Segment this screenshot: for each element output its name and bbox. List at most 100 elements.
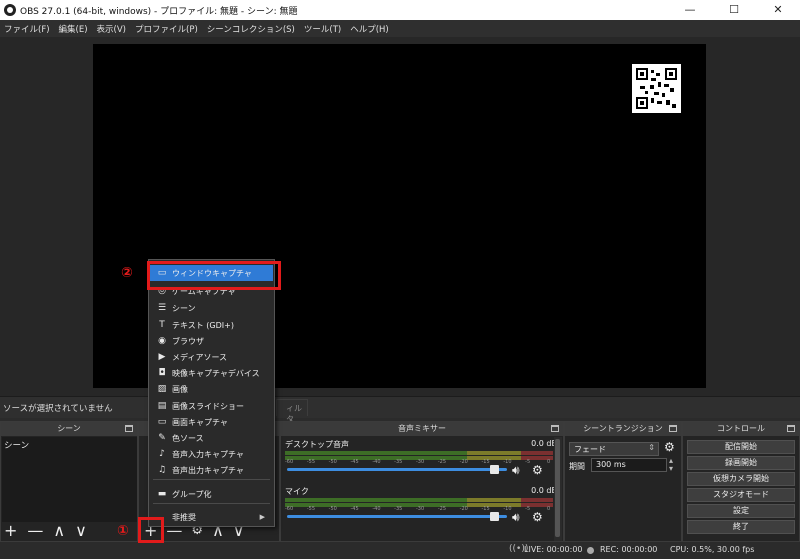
- controls-dock-title: コントロール: [717, 424, 765, 433]
- menu-item[interactable]: ◘ 映像キャプチャデバイス: [150, 365, 273, 381]
- gear-icon[interactable]: ⚙: [664, 440, 675, 454]
- duration-label: 期間: [569, 462, 585, 471]
- close-button[interactable]: ✕: [756, 0, 800, 20]
- track-name: マイク: [285, 487, 309, 496]
- menu-item[interactable]: ▨ 画像: [150, 381, 273, 397]
- text-icon: T: [159, 320, 165, 330]
- menu-item[interactable]: ▭ 画面キャプチャ: [150, 414, 273, 430]
- remove-scene-button[interactable]: —: [27, 523, 43, 539]
- float-dock-icon[interactable]: [787, 425, 795, 432]
- status-bar: ((•)) LIVE: 00:00:00 REC: 00:00:00 CPU: …: [0, 543, 800, 559]
- scale-tick-label: -30: [416, 506, 425, 512]
- image-icon: ▨: [157, 384, 167, 394]
- menu-file[interactable]: ファイル(F): [4, 23, 50, 35]
- float-dock-icon[interactable]: [125, 425, 133, 432]
- menu-item[interactable]: ☰ シーン: [150, 300, 273, 316]
- studio-mode-button[interactable]: スタジオモード: [687, 488, 795, 502]
- menu-scene-collection[interactable]: シーンコレクション(S): [207, 23, 295, 35]
- volume-slider[interactable]: [287, 468, 507, 471]
- menu-item[interactable]: ♪ 音声入力キャプチャ: [150, 446, 273, 462]
- scale-tick-label: -15: [481, 459, 490, 465]
- scale-tick-label: 0: [547, 506, 551, 512]
- scene-move-up-button[interactable]: ∧: [53, 523, 65, 539]
- scale-tick-label: -55: [306, 506, 315, 512]
- slideshow-icon: ▤: [157, 401, 167, 411]
- menu-help[interactable]: ヘルプ(H): [350, 23, 389, 35]
- duration-input[interactable]: 300 ms: [591, 458, 667, 472]
- menu-item-label: 音声入力キャプチャ: [172, 449, 244, 459]
- volume-slider-handle[interactable]: [490, 465, 499, 474]
- controls-dock: コントロール 配信開始 録画開始 仮想カメラ開始 スタジオモード 設定 終了: [682, 421, 800, 542]
- volume-slider[interactable]: [287, 515, 507, 518]
- menu-item[interactable]: ▬ グループ化: [150, 486, 273, 502]
- menu-item[interactable]: ✎ 色ソース: [150, 430, 273, 446]
- menu-item[interactable]: 非推奨 ▶: [150, 509, 273, 525]
- menu-item-label: 画像スライドショー: [172, 401, 244, 411]
- menu-item-label: グループ化: [172, 489, 212, 499]
- add-scene-button[interactable]: +: [4, 523, 17, 539]
- no-source-selected-label: ソースが選択されていません: [3, 404, 113, 414]
- menu-tools[interactable]: ツール(T): [304, 23, 341, 35]
- scale-tick-label: -20: [459, 459, 468, 465]
- updown-chevron-icon: ⇕: [648, 443, 655, 452]
- scale-tick-label: -5: [525, 459, 531, 465]
- volume-slider-handle[interactable]: [490, 512, 499, 521]
- rec-time: REC: 00:00:00: [600, 545, 658, 554]
- menu-item-label: 映像キャプチャデバイス: [172, 368, 260, 378]
- scale-tick-label: -50: [328, 506, 337, 512]
- speaker-icon[interactable]: 🔊︎: [512, 463, 520, 478]
- scene-transition-dock: シーントランジション フェード ⇕ ⚙ 期間 300 ms ▴ ▾: [564, 421, 682, 542]
- folder-icon: ▬: [157, 489, 167, 499]
- scene-move-down-button[interactable]: ∨: [75, 523, 87, 539]
- annotation-marker-2: ②: [121, 265, 133, 281]
- start-streaming-button[interactable]: 配信開始: [687, 440, 795, 454]
- obs-logo-icon: [4, 4, 16, 16]
- gear-icon[interactable]: ⚙: [532, 510, 543, 524]
- filter-tab[interactable]: ィルタ: [276, 399, 308, 424]
- controls-dock-header: コントロール: [683, 422, 799, 436]
- menu-item[interactable]: ▶ メディアソース: [150, 349, 273, 365]
- monitor-icon: ▭: [157, 417, 167, 427]
- volume-meter: [285, 498, 553, 502]
- transition-select[interactable]: フェード ⇕: [569, 442, 659, 456]
- maximize-button[interactable]: ☐: [712, 0, 756, 20]
- scale-tick-label: -60: [285, 459, 294, 465]
- scene-dock-title: シーン: [57, 424, 81, 433]
- mixer-track-desktop: デスクトップ音声 0.0 dB -60 -55 -50 -45 -40 -35 -30 -25…: [285, 439, 559, 479]
- transition-selected-value: フェード: [574, 445, 606, 454]
- mixer-track-mic: マイク 0.0 dB -60 -55 -50 -45 -40 -35 -30 -25 -20 -1…: [285, 486, 559, 526]
- menu-item-label: 画面キャプチャ: [172, 417, 228, 427]
- scene-list[interactable]: シーン: [2, 437, 137, 522]
- list-item[interactable]: シーン: [2, 437, 137, 453]
- track-name: デスクトップ音声: [285, 440, 349, 449]
- speaker-icon[interactable]: 🔊︎: [512, 510, 520, 525]
- annotation-marker-1: ①: [117, 523, 129, 539]
- speaker-icon: ♫: [157, 465, 167, 475]
- menu-item[interactable]: ♫ 音声出力キャプチャ: [150, 462, 273, 478]
- menu-separator: [153, 503, 270, 504]
- minimize-button[interactable]: —: [668, 0, 712, 20]
- float-dock-icon[interactable]: [669, 425, 677, 432]
- menu-item-label: 非推奨: [172, 512, 196, 522]
- exit-button[interactable]: 終了: [687, 520, 795, 534]
- float-dock-icon[interactable]: [551, 425, 559, 432]
- menu-item[interactable]: ◉ ブラウザ: [150, 333, 273, 349]
- settings-button[interactable]: 設定: [687, 504, 795, 518]
- mixer-scrollbar[interactable]: [554, 437, 562, 541]
- menu-item[interactable]: T テキスト (GDI+): [150, 317, 273, 333]
- title-bar: OBS 27.0.1 (64-bit, windows) - プロファイル: 無…: [0, 0, 800, 20]
- menu-view[interactable]: 表示(V): [97, 23, 126, 35]
- mixer-dock-title: 音声ミキサー: [398, 424, 446, 433]
- scale-tick-label: -25: [437, 459, 446, 465]
- menu-edit[interactable]: 編集(E): [59, 23, 88, 35]
- menu-profile[interactable]: プロファイル(P): [135, 23, 198, 35]
- menu-item[interactable]: ▤ 画像スライドショー: [150, 398, 273, 414]
- scale-tick-label: -40: [372, 506, 381, 512]
- duration-spinner[interactable]: ▴ ▾: [669, 457, 673, 473]
- annotation-highlight-box: [147, 261, 281, 290]
- scale-tick-label: 0: [547, 459, 551, 465]
- gear-icon[interactable]: ⚙: [532, 463, 543, 477]
- start-virtual-camera-button[interactable]: 仮想カメラ開始: [687, 472, 795, 486]
- transition-dock-title: シーントランジション: [583, 424, 663, 433]
- start-recording-button[interactable]: 録画開始: [687, 456, 795, 470]
